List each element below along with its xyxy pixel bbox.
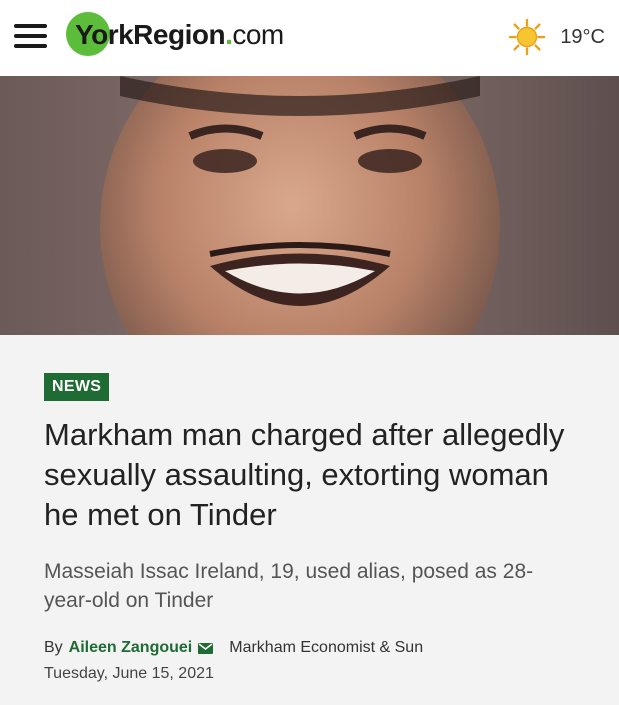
- byline: By Aileen Zangouei Markham Economist & S…: [44, 639, 575, 657]
- article-subhead: Masseiah Issac Ireland, 19, used alias, …: [44, 560, 534, 612]
- category-badge[interactable]: NEWS: [44, 373, 110, 401]
- site-header: YorkRegion.com 19°C: [0, 0, 619, 76]
- publication-name: Markham Economist & Sun: [229, 639, 424, 656]
- hero-photo: [0, 76, 619, 335]
- temperature: 19°C: [560, 25, 605, 48]
- publish-date: Tuesday, June 15, 2021: [44, 665, 214, 682]
- logo-text: YorkRegion.com: [75, 19, 284, 50]
- weather-widget[interactable]: 19°C: [508, 18, 605, 56]
- mail-icon[interactable]: [198, 642, 214, 654]
- sun-icon: [509, 18, 546, 56]
- author-link[interactable]: Aileen Zangouei: [69, 639, 193, 657]
- article-header: NEWS Markham man charged after allegedly…: [0, 335, 619, 683]
- hero-image: [0, 76, 619, 335]
- article-headline: Markham man charged after allegedly sexu…: [44, 417, 565, 532]
- site-logo[interactable]: YorkRegion.com: [66, 12, 284, 56]
- menu-icon[interactable]: [14, 24, 47, 48]
- byline-prefix: By: [44, 639, 63, 656]
